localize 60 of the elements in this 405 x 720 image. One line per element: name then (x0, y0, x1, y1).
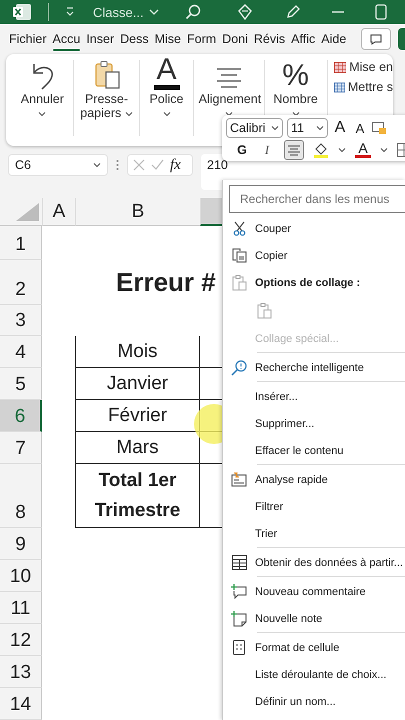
row-header[interactable]: 13 (0, 656, 42, 688)
ribbon-tab[interactable]: Accu (50, 27, 84, 51)
row-header[interactable]: 7 (0, 432, 42, 464)
style-option[interactable]: Mettre s (334, 80, 393, 94)
shrink-font-button[interactable]: A (352, 118, 368, 138)
row-header[interactable]: 11 (0, 592, 42, 624)
percent-icon: % (282, 62, 309, 90)
row-header[interactable]: 10 (0, 560, 42, 592)
paste-options-heading: Options de collage : (255, 276, 360, 288)
row-header[interactable]: 5 (0, 368, 42, 400)
menu-item[interactable]: Liste déroulante de choix... (223, 661, 405, 688)
row-header[interactable]: 9 (0, 528, 42, 560)
menu-item[interactable]: Filtrer (223, 493, 405, 520)
menu-item[interactable]: Nouveau commentaire (223, 578, 405, 605)
menu-search-field[interactable]: Rechercher dans les menus (229, 185, 405, 213)
file-name[interactable]: Classe... (93, 4, 144, 20)
table-cell: Mois (75, 336, 200, 368)
menu-item[interactable]: Insérer... (223, 383, 405, 410)
style-option[interactable]: Mise en (334, 60, 393, 74)
font-dropdown[interactable]: Calibri (226, 118, 283, 138)
ribbon-group-button[interactable]: Presse-papiers (78, 92, 134, 120)
menu-item[interactable]: Format de cellule (223, 634, 405, 661)
row-header[interactable]: 1 (0, 226, 42, 260)
name-box[interactable]: C6 (8, 154, 108, 176)
ribbon-tab[interactable]: Aide (318, 27, 350, 51)
table-cell: Janvier (75, 368, 200, 400)
row-header[interactable]: 3 (0, 305, 42, 336)
menu-item[interactable]: Trier (223, 520, 405, 547)
menu-item[interactable]: Copier (223, 242, 405, 269)
menu-item[interactable]: Effacer le contenu (223, 437, 405, 464)
menu-item[interactable]: Analyse rapide (223, 466, 405, 493)
insert-function-button[interactable]: fx (170, 156, 181, 174)
sheet-title: Erreur # (116, 267, 216, 298)
table-cell: Total 1er Trimestre (75, 464, 200, 528)
menu-item[interactable]: Couper (223, 215, 405, 242)
menu-item[interactable]: Nouvelle note (223, 605, 405, 632)
ribbon-tab[interactable]: Form (184, 27, 220, 51)
menu-item[interactable]: Obtenir des données à partir... (223, 549, 405, 576)
ribbon-tab[interactable]: Doni (219, 27, 251, 51)
ribbon-tab[interactable]: Dess (117, 27, 152, 51)
menu-item[interactable]: Supprimer... (223, 410, 405, 437)
ribbon-group-button[interactable]: Annuler (17, 92, 68, 120)
ribbon-tab[interactable]: Fichier (6, 27, 50, 51)
row-header[interactable]: 2 (0, 260, 42, 305)
grow-font-button[interactable]: A (332, 118, 348, 138)
menu-item[interactable]: Définir un nom... (223, 688, 405, 715)
ribbon-group-button[interactable]: Police (145, 92, 188, 120)
row-header[interactable]: 4 (0, 336, 42, 368)
row-header[interactable]: 6 (0, 400, 42, 432)
column-header[interactable]: B (75, 198, 200, 226)
ribbon-tab[interactable]: Inser (83, 27, 118, 51)
ribbon-tab[interactable]: Affic (288, 27, 318, 51)
row-header[interactable]: 8 (0, 464, 42, 528)
ribbon-tab[interactable]: Mise (152, 27, 184, 51)
column-header[interactable]: A (42, 198, 75, 226)
row-header[interactable]: 14 (0, 688, 42, 720)
font-size-dropdown[interactable]: 11 (287, 118, 328, 138)
menu-item[interactable]: Recherche intelligente (223, 354, 405, 381)
ribbon-tab[interactable]: Révis (250, 27, 288, 51)
row-header[interactable]: 12 (0, 624, 42, 656)
